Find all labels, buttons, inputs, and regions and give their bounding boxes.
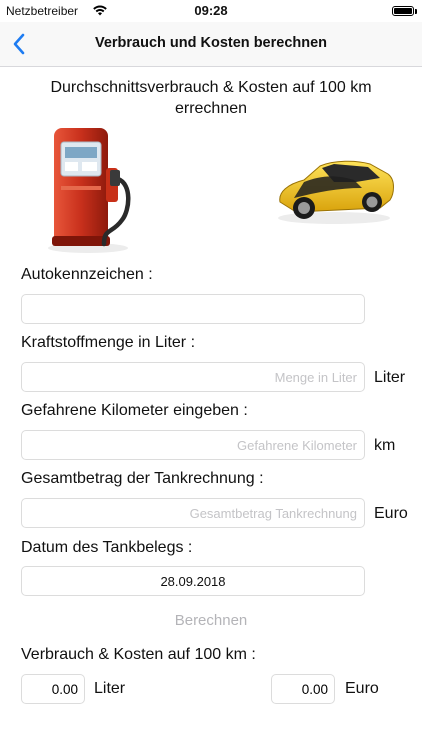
result-liters-unit: Liter xyxy=(94,680,126,697)
result-label: Verbrauch & Kosten auf 100 km : xyxy=(21,646,256,663)
battery-icon xyxy=(392,6,417,16)
fuel-amount-label: Kraftstoffmenge in Liter : xyxy=(21,334,196,351)
calculate-button[interactable]: Berechnen xyxy=(0,612,422,629)
date-input[interactable] xyxy=(21,566,365,596)
page-title: Verbrauch und Kosten berechnen xyxy=(94,35,328,51)
plate-input[interactable] xyxy=(21,294,365,324)
fuel-unit: Liter xyxy=(374,369,406,386)
result-liters-field xyxy=(21,674,85,704)
navigation-bar: Verbrauch und Kosten berechnen xyxy=(0,22,422,67)
kilometers-label: Gefahrene Kilometer eingeben : xyxy=(21,402,248,419)
plate-label: Autokennzeichen : xyxy=(21,266,153,283)
status-bar: Netzbetreiber 09:28 xyxy=(0,0,422,22)
total-amount-label: Gesamtbetrag der Tankrechnung : xyxy=(21,470,264,487)
result-euro-unit: Euro xyxy=(345,680,379,697)
date-label: Datum des Tankbelegs : xyxy=(21,539,193,556)
fuel-amount-input[interactable] xyxy=(21,362,365,392)
sports-car-icon xyxy=(278,160,394,224)
total-amount-unit: Euro xyxy=(374,505,408,522)
kilometers-unit: km xyxy=(374,437,396,454)
fuel-pump-icon xyxy=(48,128,131,253)
result-euro-field xyxy=(271,674,335,704)
total-amount-input[interactable] xyxy=(21,498,365,528)
clock: 09:28 xyxy=(194,3,228,18)
kilometers-input[interactable] xyxy=(21,430,365,460)
headline: Durchschnittsverbrauch & Kosten auf 100 … xyxy=(50,79,372,117)
